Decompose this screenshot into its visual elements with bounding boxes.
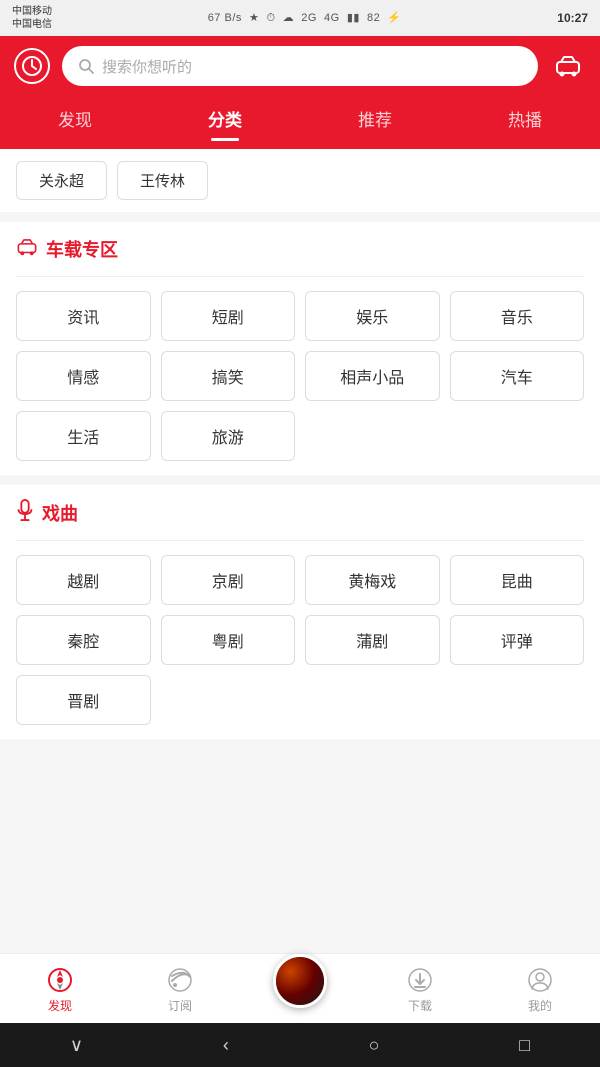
tag-lvyou[interactable]: 旅游 [161,411,296,461]
tag-kunqu[interactable]: 昆曲 [450,555,585,605]
tag-yule[interactable]: 娱乐 [305,291,440,341]
android-nav-bar: ∨ ‹ ○ □ [0,1023,600,1067]
tag-huangmeixi[interactable]: 黄梅戏 [305,555,440,605]
nav-item-subscribe[interactable]: 订阅 [120,966,240,1014]
section-car: 车载专区 资讯 短剧 娱乐 音乐 情感 搞笑 相声小品 汽车 生活 旅游 [0,222,600,475]
android-home[interactable]: ○ [369,1035,380,1056]
tag-yinyue[interactable]: 音乐 [450,291,585,341]
tag-xiangsheng[interactable]: 相声小品 [305,351,440,401]
name-tag-guanyongchao[interactable]: 关永超 [16,161,107,200]
search-placeholder: 搜索你想听的 [102,56,192,77]
nav-item-mine[interactable]: 我的 [480,966,600,1014]
tag-qinggan[interactable]: 情感 [16,351,151,401]
divider-opera [16,540,584,541]
tag-duanju[interactable]: 短剧 [161,291,296,341]
nav-label-mine: 我的 [528,997,552,1014]
tag-zixun[interactable]: 资讯 [16,291,151,341]
android-back[interactable]: ‹ [223,1035,229,1056]
tag-yueju[interactable]: 越剧 [16,555,151,605]
tag-yueju2[interactable]: 粤剧 [161,615,296,665]
status-bar: 中国移动 中国电信 67 B/s ★ ⏱ ☁ 2G 4G ▮▮ 82 ⚡ 10:… [0,0,600,36]
user-icon [526,966,554,994]
tag-jingju[interactable]: 京剧 [161,555,296,605]
nav-item-player[interactable] [240,972,360,1008]
tag-pingtan[interactable]: 评弹 [450,615,585,665]
nav-label-discover: 发现 [48,997,72,1014]
nav-label-subscribe: 订阅 [168,997,192,1014]
tab-hot[interactable]: 热播 [488,100,562,137]
tab-recommend[interactable]: 推荐 [338,100,412,137]
compass-icon [46,966,74,994]
clock-button[interactable] [14,48,50,84]
nav-tabs: 发现 分类 推荐 热播 [0,96,600,149]
car-section-icon [16,238,38,261]
search-icon [78,58,94,74]
bottom-nav: 发现 订阅 下载 [0,953,600,1023]
status-center-info: 67 B/s ★ ⏱ ☁ 2G 4G ▮▮ 82 ⚡ [208,11,402,25]
mic-section-icon [16,499,34,526]
section-opera: 戏曲 越剧 京剧 黄梅戏 昆曲 秦腔 粤剧 蒲剧 评弹 晋剧 [0,485,600,739]
tag-gaoxiao[interactable]: 搞笑 [161,351,296,401]
divider-car [16,276,584,277]
section-title-car: 车载专区 [16,236,584,262]
name-tag-wangchuanlin[interactable]: 王传林 [117,161,208,200]
tag-jinju[interactable]: 晋剧 [16,675,151,725]
rss-icon [166,966,194,994]
section-title-opera: 戏曲 [16,499,584,526]
app-header: 搜索你想听的 [0,36,600,96]
status-time: 10:27 [557,11,588,25]
nav-label-download: 下载 [408,997,432,1014]
tab-category[interactable]: 分类 [188,100,262,137]
download-icon [406,966,434,994]
nav-item-download[interactable]: 下载 [360,966,480,1014]
tag-shenghuo[interactable]: 生活 [16,411,151,461]
tag-qinqiang[interactable]: 秦腔 [16,615,151,665]
car-tag-grid: 资讯 短剧 娱乐 音乐 情感 搞笑 相声小品 汽车 生活 旅游 [16,291,584,461]
tab-discover[interactable]: 发现 [38,100,112,137]
car-button[interactable] [550,48,586,84]
nav-item-discover[interactable]: 发现 [0,966,120,1014]
search-bar[interactable]: 搜索你想听的 [62,46,538,86]
names-row: 关永超 王传林 [0,149,600,212]
tag-puju[interactable]: 蒲剧 [305,615,440,665]
tag-qiche[interactable]: 汽车 [450,351,585,401]
player-avatar[interactable] [273,954,327,1008]
opera-tag-grid: 越剧 京剧 黄梅戏 昆曲 秦腔 粤剧 蒲剧 评弹 晋剧 [16,555,584,725]
android-recent[interactable]: □ [519,1035,530,1056]
content-area: 关永超 王传林 车载专区 资讯 短剧 娱乐 音乐 情感 搞笑 相声小品 [0,149,600,1067]
android-chevron[interactable]: ∨ [70,1035,83,1056]
carrier-info: 中国移动 中国电信 [12,5,52,31]
